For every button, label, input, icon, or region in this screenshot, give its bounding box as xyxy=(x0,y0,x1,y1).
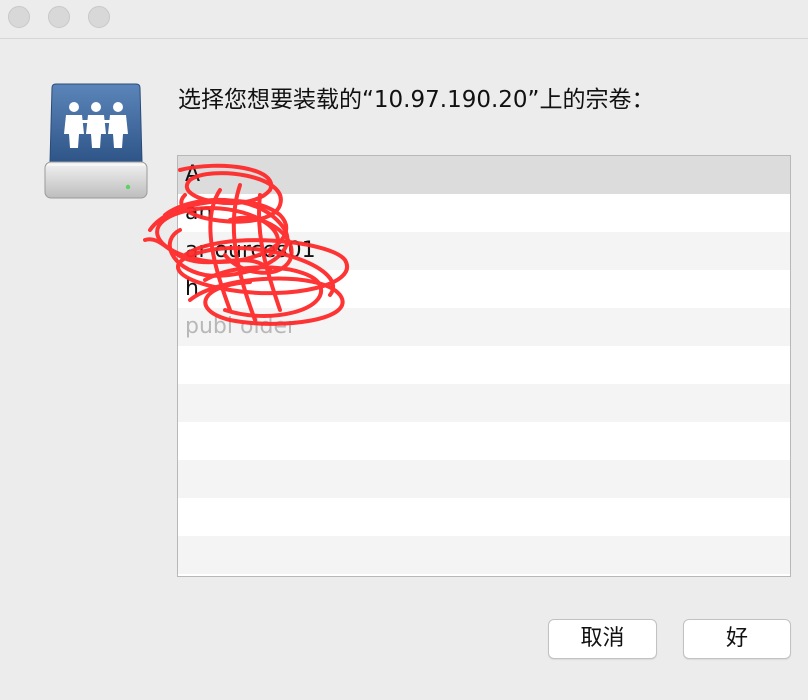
ok-button[interactable]: 好 xyxy=(683,619,791,659)
empty-row xyxy=(178,422,790,460)
title-bar xyxy=(0,0,808,39)
empty-row xyxy=(178,536,790,574)
empty-row xyxy=(178,498,790,536)
zoom-window-button[interactable] xyxy=(88,6,110,28)
volume-list[interactable]: A an ar ources01 h publ older xyxy=(177,155,791,577)
volume-row[interactable]: ar ources01 xyxy=(178,232,790,270)
mount-volume-dialog: 选择您想要装载的“10.97.190.20”上的宗卷： A an ar ourc… xyxy=(0,0,808,700)
network-server-icon xyxy=(44,83,148,199)
volume-row[interactable]: h xyxy=(178,270,790,308)
volume-row[interactable]: A xyxy=(178,156,790,194)
dialog-prompt: 选择您想要装载的“10.97.190.20”上的宗卷： xyxy=(178,87,655,113)
empty-row xyxy=(178,346,790,384)
empty-row xyxy=(178,384,790,422)
minimize-window-button[interactable] xyxy=(48,6,70,28)
cancel-button[interactable]: 取消 xyxy=(548,619,657,659)
volume-row-disabled: publ older xyxy=(178,308,790,346)
close-window-button[interactable] xyxy=(8,6,30,28)
empty-row xyxy=(178,460,790,498)
volume-row[interactable]: an xyxy=(178,194,790,232)
